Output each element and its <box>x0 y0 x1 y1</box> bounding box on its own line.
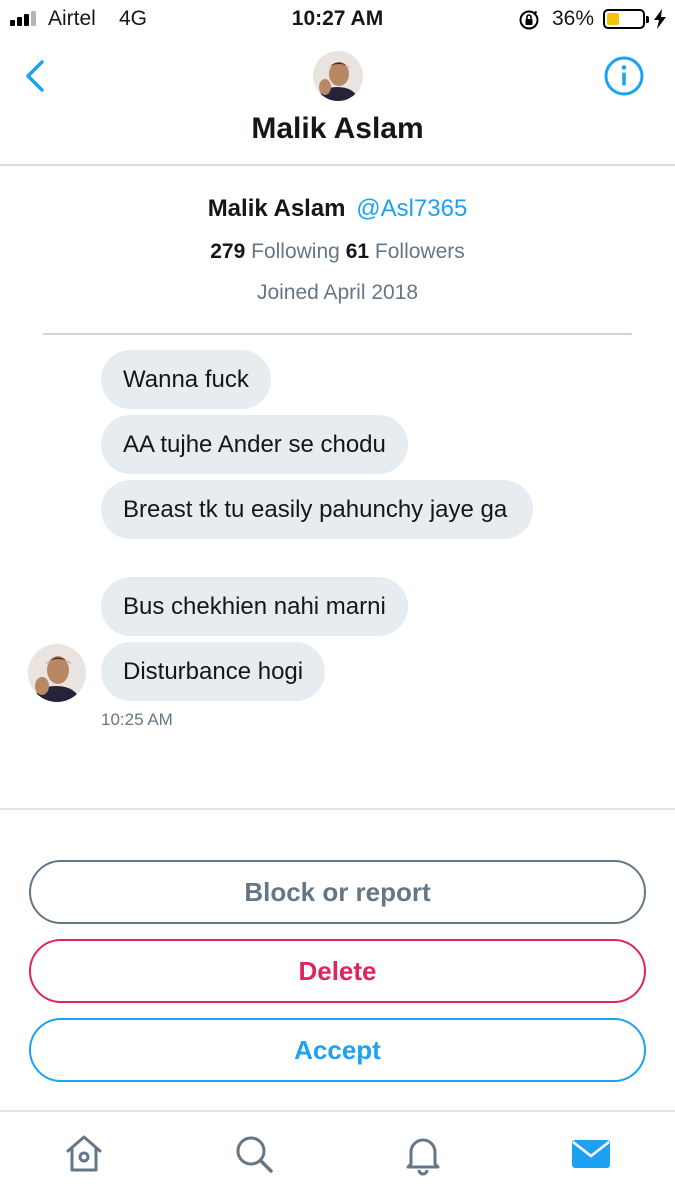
following-count: 279 <box>210 240 246 263</box>
back-chevron-icon[interactable] <box>20 56 52 96</box>
battery-icon <box>603 9 649 29</box>
info-icon[interactable] <box>603 55 645 97</box>
profile-handle[interactable]: @Asl7365 <box>356 195 467 222</box>
profile-divider <box>43 333 632 335</box>
profile-name[interactable]: Malik Aslam <box>208 195 346 222</box>
charging-bolt-icon <box>654 9 666 29</box>
message-bubble[interactable]: Wanna fuck <box>101 350 271 409</box>
dm-request-screen: Airtel 4G 10:27 AM 36% Malik Aslam Malik… <box>0 0 675 1200</box>
conversation-title: Malik Aslam <box>251 112 424 145</box>
sender-avatar[interactable] <box>28 644 86 702</box>
tab-bar-divider <box>0 1110 675 1112</box>
message-bubble[interactable]: AA tujhe Ander se chodu <box>101 415 408 474</box>
header-divider <box>0 164 675 166</box>
status-bar: Airtel 4G 10:27 AM 36% <box>0 0 675 38</box>
profile-stats: 279 Following 61 Followers <box>0 240 675 264</box>
following-label: Following <box>251 240 340 263</box>
block-or-report-button[interactable]: Block or report <box>29 860 646 924</box>
followers-label: Followers <box>374 240 465 263</box>
battery-percent: 36% <box>552 7 595 30</box>
profile-joined-date: Joined April 2018 <box>256 281 419 304</box>
accept-button[interactable]: Accept <box>29 1018 646 1082</box>
followers-count: 61 <box>345 240 370 263</box>
battery-level-fill <box>607 13 620 25</box>
search-icon[interactable] <box>232 1132 276 1176</box>
home-icon[interactable] <box>62 1132 106 1176</box>
notifications-bell-icon[interactable] <box>401 1132 445 1176</box>
message-bubble[interactable]: Breast tk tu easily pahunchy jaye ga <box>101 480 533 539</box>
header-avatar[interactable] <box>313 51 363 101</box>
message-bubble[interactable]: Disturbance hogi <box>101 642 326 701</box>
message-timestamp: 10:25 AM <box>101 710 173 729</box>
message-bubble[interactable]: Bus chekhien nahi marni <box>101 577 408 636</box>
profile-name-line: Malik Aslam @Asl7365 <box>0 195 675 223</box>
orientation-lock-icon <box>519 10 539 30</box>
delete-button[interactable]: Delete <box>29 939 646 1003</box>
actions-divider <box>0 808 675 810</box>
messages-envelope-icon[interactable] <box>569 1132 613 1176</box>
